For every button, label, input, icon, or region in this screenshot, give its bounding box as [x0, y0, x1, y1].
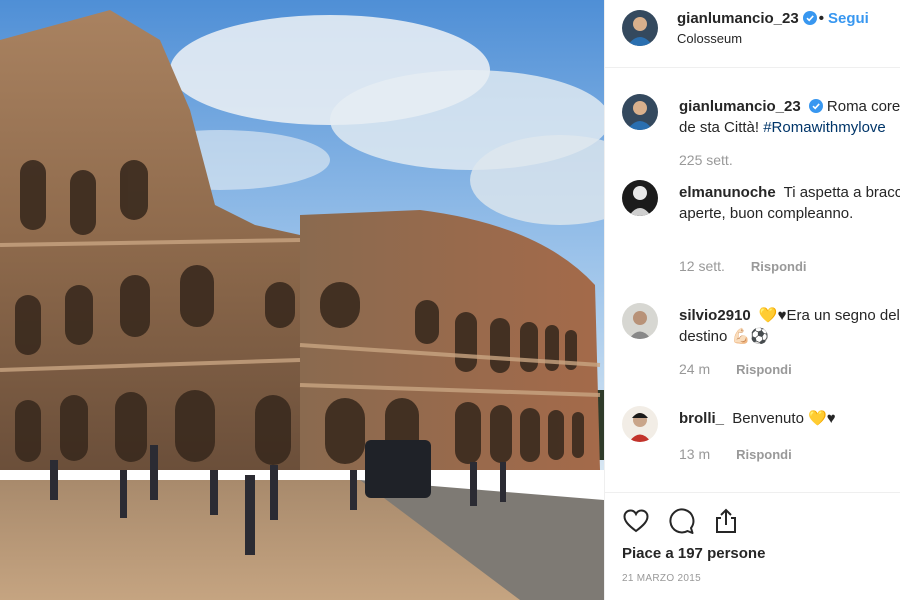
share-icon[interactable] — [712, 507, 740, 535]
comment-username[interactable]: brolli_ — [679, 410, 724, 427]
comment-text: silvio2910 💛♥Era un segno del destino 💪🏻… — [679, 305, 900, 347]
commenter-avatar[interactable] — [622, 303, 658, 339]
comment-item: brolli_ Benvenuto 💛♥ 13 m Rispondi — [605, 406, 900, 476]
follow-button[interactable]: Segui — [828, 10, 869, 27]
comment-icon[interactable] — [667, 507, 695, 535]
commenter-avatar[interactable] — [622, 406, 658, 442]
post-photo[interactable] — [0, 0, 604, 600]
separator-dot: • — [818, 10, 824, 27]
post-header: gianlumancio_23 • Segui Colosseum — [605, 0, 900, 68]
colosseum-photo — [0, 0, 604, 600]
caption-username[interactable]: gianlumancio_23 — [679, 98, 801, 115]
reply-button[interactable]: Rispondi — [751, 259, 807, 274]
likes-count[interactable]: Piace a 197 persone — [622, 545, 765, 562]
verified-badge-icon — [802, 11, 817, 25]
comment-item: elmanunoche Ti aspetta a braccia aperte,… — [605, 180, 900, 280]
author-line: gianlumancio_23 • Segui — [677, 10, 869, 27]
post-actions: Piace a 197 persone 21 MARZO 2015 — [605, 492, 900, 600]
comment-body: Benvenuto 💛♥ — [732, 410, 836, 427]
commenter-avatar[interactable] — [622, 180, 658, 216]
comment-time: 12 sett. — [679, 258, 725, 274]
post-location[interactable]: Colosseum — [677, 31, 742, 46]
comment-time: 13 m — [679, 446, 711, 462]
reply-button[interactable]: Rispondi — [736, 362, 792, 377]
author-username[interactable]: gianlumancio_23 — [677, 10, 799, 27]
caption-text: gianlumancio_23 Roma core de sta Città! … — [679, 96, 900, 138]
comment-meta: 12 sett. Rispondi — [679, 258, 807, 274]
post-date: 21 MARZO 2015 — [622, 573, 701, 584]
comment-username[interactable]: silvio2910 — [679, 307, 751, 324]
comment-item: silvio2910 💛♥Era un segno del destino 💪🏻… — [605, 303, 900, 383]
heart-icon[interactable] — [622, 507, 650, 535]
comment-text: elmanunoche Ti aspetta a braccia aperte,… — [679, 182, 900, 224]
comment-username[interactable]: elmanunoche — [679, 184, 776, 201]
post-details-panel: gianlumancio_23 • Segui Colosseum gianluma… — [604, 0, 900, 600]
caption-time: 225 sett. — [679, 152, 733, 168]
reply-button[interactable]: Rispondi — [736, 447, 792, 462]
caption: gianlumancio_23 Roma core de sta Città! … — [605, 94, 900, 174]
comment-meta: 13 m Rispondi — [679, 446, 792, 462]
verified-badge-icon — [808, 99, 823, 113]
caption-hashtag[interactable]: #Romawithmylove — [763, 119, 886, 136]
comment-text: brolli_ Benvenuto 💛♥ — [679, 408, 900, 429]
comment-meta: 24 m Rispondi — [679, 361, 792, 377]
caption-avatar[interactable] — [622, 94, 658, 130]
author-avatar[interactable] — [622, 10, 658, 46]
comment-time: 24 m — [679, 361, 711, 377]
